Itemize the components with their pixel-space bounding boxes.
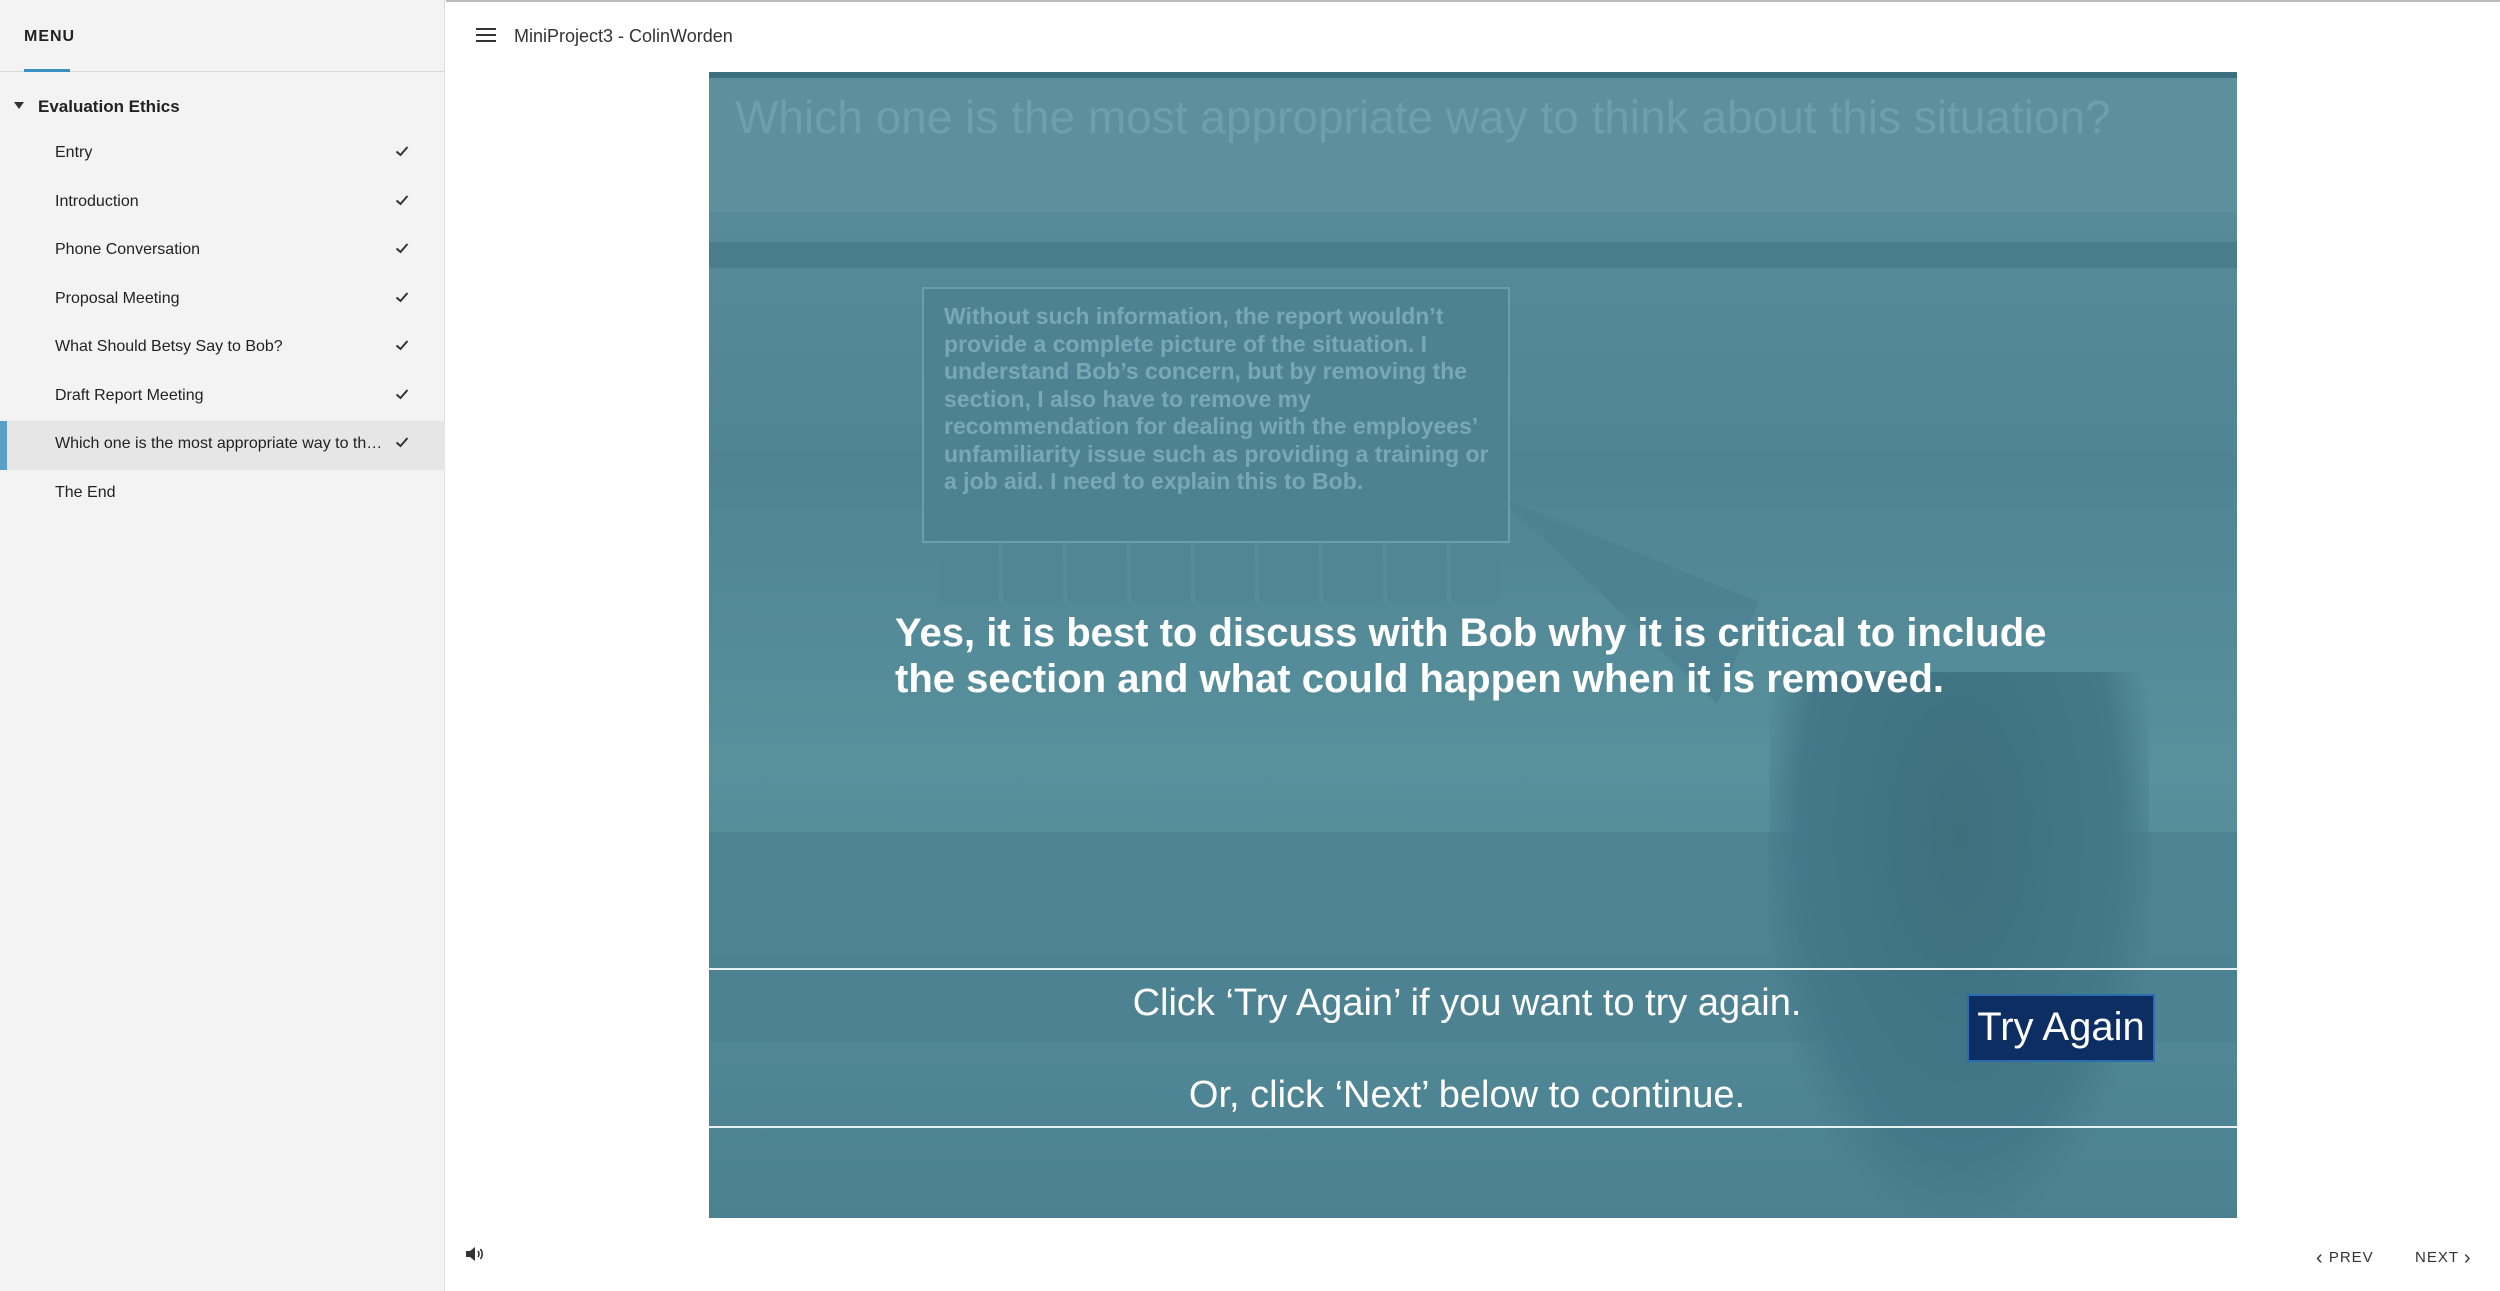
instruction-next: Or, click ‘Next’ below to continue. <box>1188 1074 1746 1116</box>
checkmark-icon <box>395 146 409 157</box>
chevron-right-icon: › <box>2463 1247 2472 1269</box>
lesson-item-what-should-betsy-say[interactable]: What Should Betsy Say to Bob? <box>0 324 445 373</box>
lesson-label: Which one is the most appropriate way to… <box>55 435 385 452</box>
hamburger-menu-icon[interactable] <box>476 28 496 44</box>
next-button[interactable]: NEXT › <box>2415 1247 2472 1270</box>
section-toggle[interactable]: Evaluation Ethics <box>0 92 445 122</box>
prev-label: PREV <box>2328 1249 2374 1266</box>
lesson-item-the-end[interactable]: The End <box>0 470 445 519</box>
checkmark-icon <box>395 243 409 254</box>
course-title: MiniProject3 - ColinWorden <box>514 26 733 46</box>
lesson-label: Proposal Meeting <box>55 289 180 307</box>
lesson-label: Entry <box>55 144 93 161</box>
volume-icon[interactable] <box>464 1245 486 1263</box>
checkmark-icon <box>395 291 409 302</box>
lesson-label: What Should Betsy Say to Bob? <box>55 338 283 355</box>
checkmark-icon <box>395 437 409 448</box>
slide-canvas: Which one is the most appropriate way to… <box>709 72 2237 1218</box>
menu-header: MENU <box>0 0 444 72</box>
top-bar: MiniProject3 - ColinWorden <box>446 0 2500 72</box>
next-label: NEXT <box>2415 1249 2459 1266</box>
speech-bubble-text: Without such information, the report wou… <box>944 303 1489 494</box>
checkmark-icon <box>395 194 409 205</box>
slide-divider <box>709 242 2237 268</box>
lesson-label: Draft Report Meeting <box>55 386 204 404</box>
active-indicator <box>0 421 7 470</box>
chevron-left-icon: ‹ <box>2316 1247 2324 1269</box>
lesson-label: Phone Conversation <box>55 241 200 258</box>
lesson-item-phone-conversation[interactable]: Phone Conversation <box>0 227 445 276</box>
lesson-item-proposal-meeting[interactable]: Proposal Meeting <box>0 276 445 325</box>
menu-title-underline <box>24 69 70 72</box>
lesson-item-which-one-appropriate[interactable]: Which one is the most appropriate way to… <box>0 421 445 470</box>
sidebar-menu: MENU Evaluation Ethics Entry Introductio… <box>0 0 445 1291</box>
checkmark-icon <box>395 388 409 399</box>
lesson-item-draft-report-meeting[interactable]: Draft Report Meeting <box>0 373 445 422</box>
question-heading: Which one is the most appropriate way to… <box>735 91 2111 143</box>
menu-title: MENU <box>24 28 76 45</box>
lesson-item-entry[interactable]: Entry <box>0 130 445 179</box>
section-label: Evaluation Ethics <box>38 97 180 116</box>
lesson-label: The End <box>55 483 116 501</box>
character-image <box>1769 672 2149 1218</box>
prev-button[interactable]: ‹ PREV <box>2316 1247 2374 1270</box>
caret-down-icon <box>14 102 24 109</box>
feedback-message: Yes, it is best to discuss with Bob why … <box>895 611 2047 701</box>
speech-bubble: Without such information, the report wou… <box>922 287 1510 543</box>
checkmark-icon <box>395 340 409 351</box>
lesson-label: Introduction <box>55 192 139 210</box>
try-again-button[interactable]: Try Again <box>1967 994 2155 1062</box>
question-band: Which one is the most appropriate way to… <box>709 78 2237 212</box>
lesson-list: Entry Introduction Phone Conversation Pr… <box>0 130 445 518</box>
lesson-item-introduction[interactable]: Introduction <box>0 179 445 228</box>
